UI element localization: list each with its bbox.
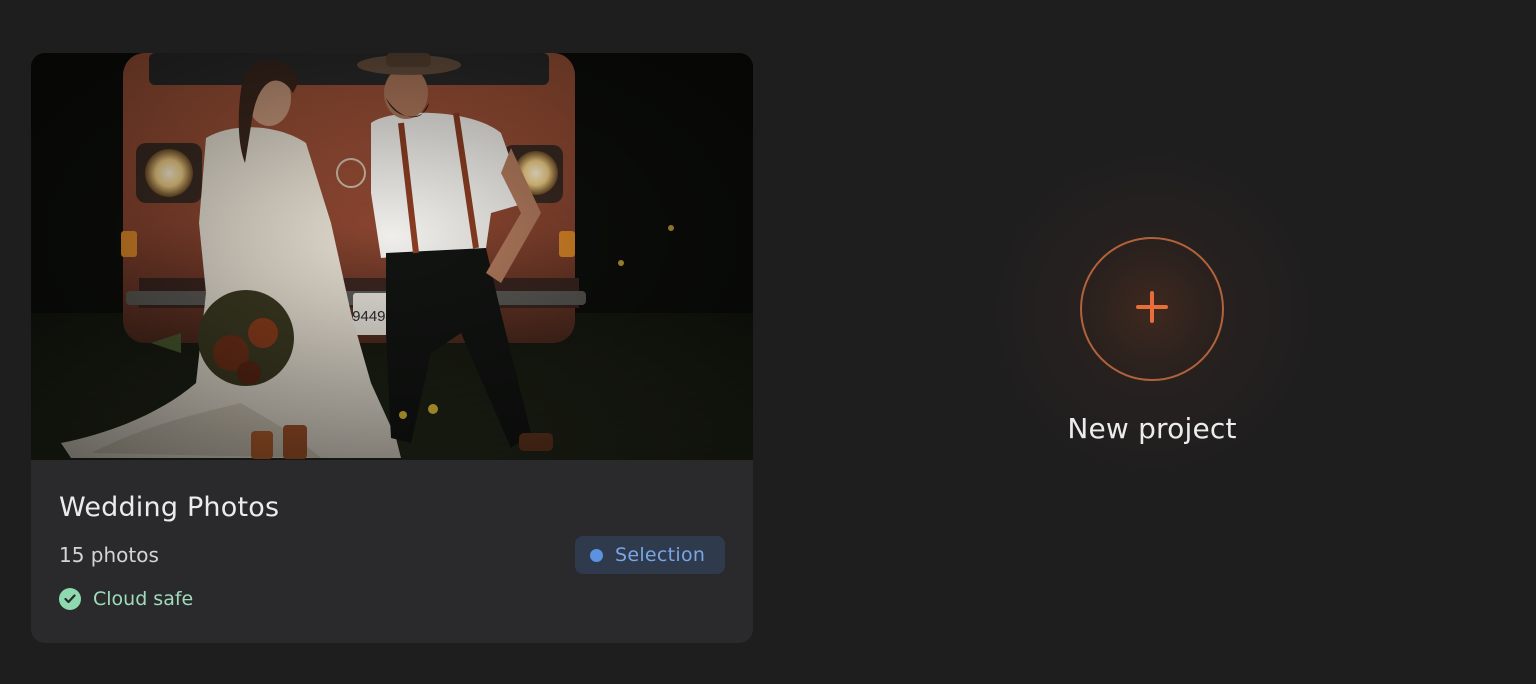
wedding-photo-image: 94494 [31, 53, 753, 460]
check-circle-icon [59, 588, 81, 610]
cloud-status: Cloud safe [59, 588, 193, 610]
cloud-status-label: Cloud safe [93, 588, 194, 610]
project-card-details: Wedding Photos 15 photos Cloud safe Sele… [31, 460, 753, 643]
plus-icon [1135, 290, 1169, 328]
status-badge[interactable]: Selection [575, 536, 725, 574]
new-project-button[interactable] [1080, 237, 1224, 381]
new-project-label[interactable]: New project [1000, 412, 1304, 445]
projects-screen: 94494 [0, 0, 1536, 684]
project-thumbnail: 94494 [31, 53, 753, 460]
photo-count: 15 photos [59, 543, 159, 567]
project-card-wedding-photos[interactable]: 94494 [31, 53, 753, 643]
project-title: Wedding Photos [59, 492, 280, 523]
status-dot-icon [590, 548, 603, 562]
status-badge-label: Selection [615, 544, 706, 566]
